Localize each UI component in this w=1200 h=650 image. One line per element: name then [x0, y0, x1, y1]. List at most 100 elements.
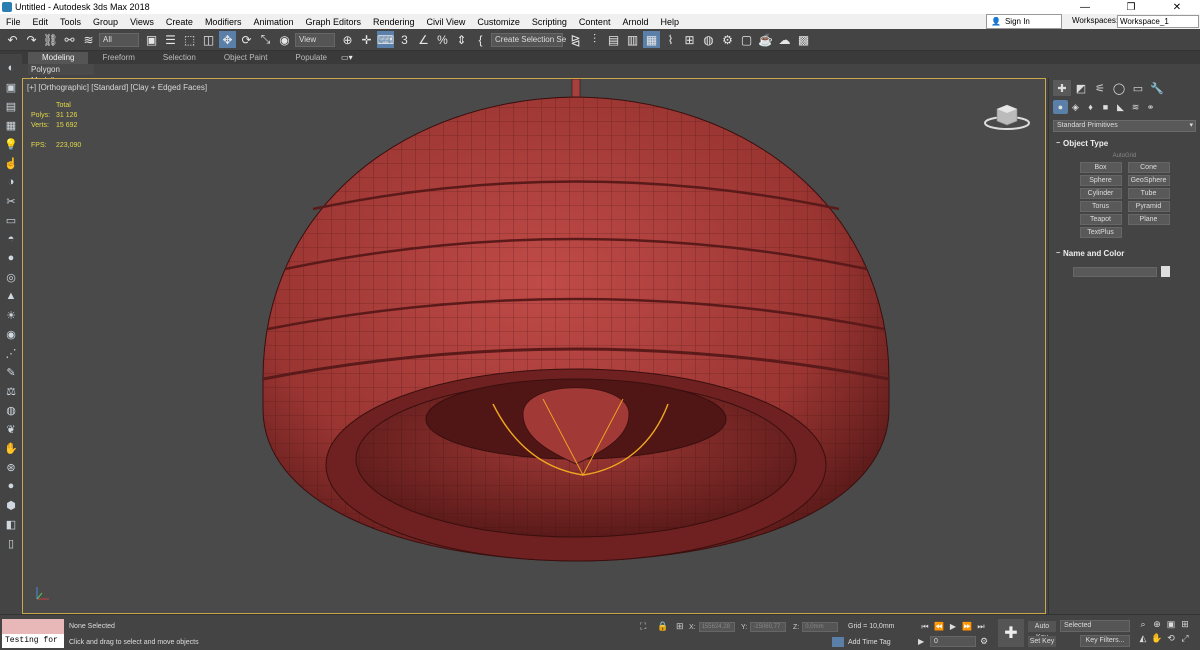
motion-tab-icon[interactable]: ◯ — [1110, 80, 1128, 96]
lock-selection-icon[interactable]: 🔒 — [657, 621, 668, 632]
cylinder-button[interactable]: Cylinder — [1079, 188, 1122, 199]
shapes-icon[interactable]: ◈ — [1068, 100, 1083, 114]
menu-help[interactable]: Help — [654, 17, 685, 27]
ribbon-tab-populate[interactable]: Populate — [281, 52, 341, 64]
tool-icon[interactable]: ✂ — [3, 193, 19, 209]
autogrid-checkbox[interactable]: AutoGrid — [1049, 153, 1200, 159]
zoom-all-icon[interactable]: ⊕ — [1150, 619, 1164, 630]
geometry-icon[interactable]: ● — [1053, 100, 1068, 114]
percent-snap-icon[interactable]: % — [434, 31, 451, 48]
hand-icon[interactable]: ✋ — [3, 440, 19, 456]
add-time-tag[interactable]: Add Time Tag — [832, 637, 891, 647]
menu-views[interactable]: Views — [124, 17, 160, 27]
maximize-viewport-icon[interactable]: ⤢ — [1178, 633, 1192, 644]
align-icon[interactable]: ⫶ — [586, 31, 603, 48]
create-tab-icon[interactable]: ✚ — [1053, 80, 1071, 96]
menu-animation[interactable]: Animation — [247, 17, 299, 27]
layout-tab-2-icon[interactable]: ▤ — [3, 98, 19, 114]
select-move-icon[interactable]: ✥ — [219, 31, 236, 48]
angle-snap-icon[interactable]: ∠ — [415, 31, 432, 48]
orbit-icon[interactable]: ⟲ — [1164, 633, 1178, 644]
space-warps-icon[interactable]: ≋ — [1128, 100, 1143, 114]
workspace-select[interactable]: Workspace_1 — [1117, 15, 1199, 28]
ribbon-tab-selection[interactable]: Selection — [149, 52, 210, 64]
lights-icon[interactable]: ♦ — [1083, 100, 1098, 114]
target-2-icon[interactable]: ⊛ — [3, 459, 19, 475]
sphere-button[interactable]: Sphere — [1079, 175, 1122, 186]
coord-y-field[interactable]: -15060,77 — [750, 622, 787, 632]
menu-file[interactable]: File — [0, 17, 27, 27]
menu-modifiers[interactable]: Modifiers — [199, 17, 248, 27]
coord-z-field[interactable]: 0,0mm — [802, 622, 839, 632]
render-setup-icon[interactable]: ⚙ — [719, 31, 736, 48]
zoom-extents-all-icon[interactable]: ⊞ — [1178, 619, 1192, 630]
go-to-start-icon[interactable]: ⏮ — [918, 621, 932, 633]
menu-tools[interactable]: Tools — [54, 17, 87, 27]
tube-button[interactable]: Tube — [1127, 188, 1170, 199]
object-color-swatch[interactable] — [1161, 266, 1170, 277]
key-mode-icon[interactable]: ▶ — [918, 637, 924, 646]
selection-set-select[interactable]: Selected — [1060, 620, 1130, 632]
select-rotate-icon[interactable]: ⟳ — [238, 31, 255, 48]
select-object-icon[interactable]: ▣ — [143, 31, 160, 48]
autodesk-a360-icon[interactable]: ▩ — [795, 31, 812, 48]
pyramid-button[interactable]: Pyramid — [1127, 201, 1170, 212]
select-by-name-icon[interactable]: ☰ — [162, 31, 179, 48]
grid-tool-icon[interactable]: ⋰ — [3, 345, 19, 361]
close-button[interactable]: ✕ — [1154, 2, 1200, 13]
ring-icon[interactable]: ◎ — [3, 269, 19, 285]
link-icon[interactable]: ⛓ — [42, 31, 59, 48]
schematic-view-icon[interactable]: ⊞ — [681, 31, 698, 48]
light-icon[interactable]: 💡 — [3, 136, 19, 152]
menu-scripting[interactable]: Scripting — [526, 17, 573, 27]
auto-key-button[interactable]: Auto Key — [1028, 621, 1056, 641]
menu-group[interactable]: Group — [87, 17, 124, 27]
ribbon-tab-modeling[interactable]: Modeling — [28, 51, 89, 64]
set-key-button[interactable]: Set Key — [1028, 636, 1056, 647]
menu-graph-editors[interactable]: Graph Editors — [299, 17, 367, 27]
target-icon[interactable]: ◉ — [3, 326, 19, 342]
mirror-icon[interactable]: ⧎ — [567, 31, 584, 48]
zoom-icon[interactable]: ⌕ — [1136, 619, 1150, 630]
torus-button[interactable]: Torus — [1079, 201, 1122, 212]
pivot-center-icon[interactable]: ⊕ — [339, 31, 356, 48]
display-tab-icon[interactable]: ▭ — [1129, 80, 1147, 96]
hierarchy-tab-icon[interactable]: ⚟ — [1091, 80, 1109, 96]
menu-create[interactable]: Create — [160, 17, 199, 27]
modify-tab-icon[interactable]: ◩ — [1072, 80, 1090, 96]
primitive-category-select[interactable]: Standard Primitives — [1053, 120, 1196, 132]
absolute-mode-icon[interactable]: ⊞ — [676, 621, 684, 632]
cameras-icon[interactable]: ■ — [1098, 100, 1113, 114]
rendered-frame-window-icon[interactable]: ▢ — [738, 31, 755, 48]
object-name-input[interactable] — [1073, 266, 1157, 277]
maxscript-listener-input[interactable]: Testing for : — [2, 634, 64, 648]
spinner-snap-icon[interactable]: ⇕ — [453, 31, 470, 48]
menu-edit[interactable]: Edit — [27, 17, 55, 27]
select-manipulate-icon[interactable]: ✛ — [358, 31, 375, 48]
lamp-shade-model[interactable] — [23, 79, 1046, 614]
globe-icon[interactable]: ◍ — [3, 402, 19, 418]
maxscript-listener-output[interactable] — [2, 619, 64, 634]
viewport-layout-icon[interactable]: ◐ — [3, 60, 19, 76]
toggle-scene-explorer-icon[interactable]: ▤ — [605, 31, 622, 48]
utilities-tab-icon[interactable]: 🔧 — [1148, 80, 1166, 96]
script-icon[interactable]: ▯ — [3, 535, 19, 551]
ribbon-panel-polygon-modeling[interactable]: Polygon Modeling — [28, 64, 94, 85]
window-crossing-icon[interactable]: ◫ — [200, 31, 217, 48]
sphere-icon[interactable]: ● — [3, 250, 19, 266]
menu-arnold[interactable]: Arnold — [616, 17, 654, 27]
dome-icon[interactable]: ◓ — [3, 231, 19, 247]
set-keys-icon[interactable]: ✚ — [998, 619, 1024, 647]
geosphere-button[interactable]: GeoSphere — [1127, 175, 1170, 186]
menu-rendering[interactable]: Rendering — [367, 17, 421, 27]
teapot-button[interactable]: Teapot — [1079, 214, 1122, 225]
textplus-button[interactable]: TextPlus — [1079, 227, 1122, 238]
pointer-icon[interactable]: ☝ — [3, 155, 19, 171]
coord-x-field[interactable]: 155624,28 — [698, 622, 735, 632]
render-icon[interactable]: ⬢ — [3, 497, 19, 513]
redo-icon[interactable]: ↷ — [23, 31, 40, 48]
time-config-icon[interactable]: ⚙ — [980, 636, 988, 647]
minimize-button[interactable]: — — [1062, 2, 1108, 13]
edit-named-selection-icon[interactable]: { — [472, 31, 489, 48]
viewport-label[interactable]: [+] [Orthographic] [Standard] [Clay + Ed… — [27, 83, 207, 92]
